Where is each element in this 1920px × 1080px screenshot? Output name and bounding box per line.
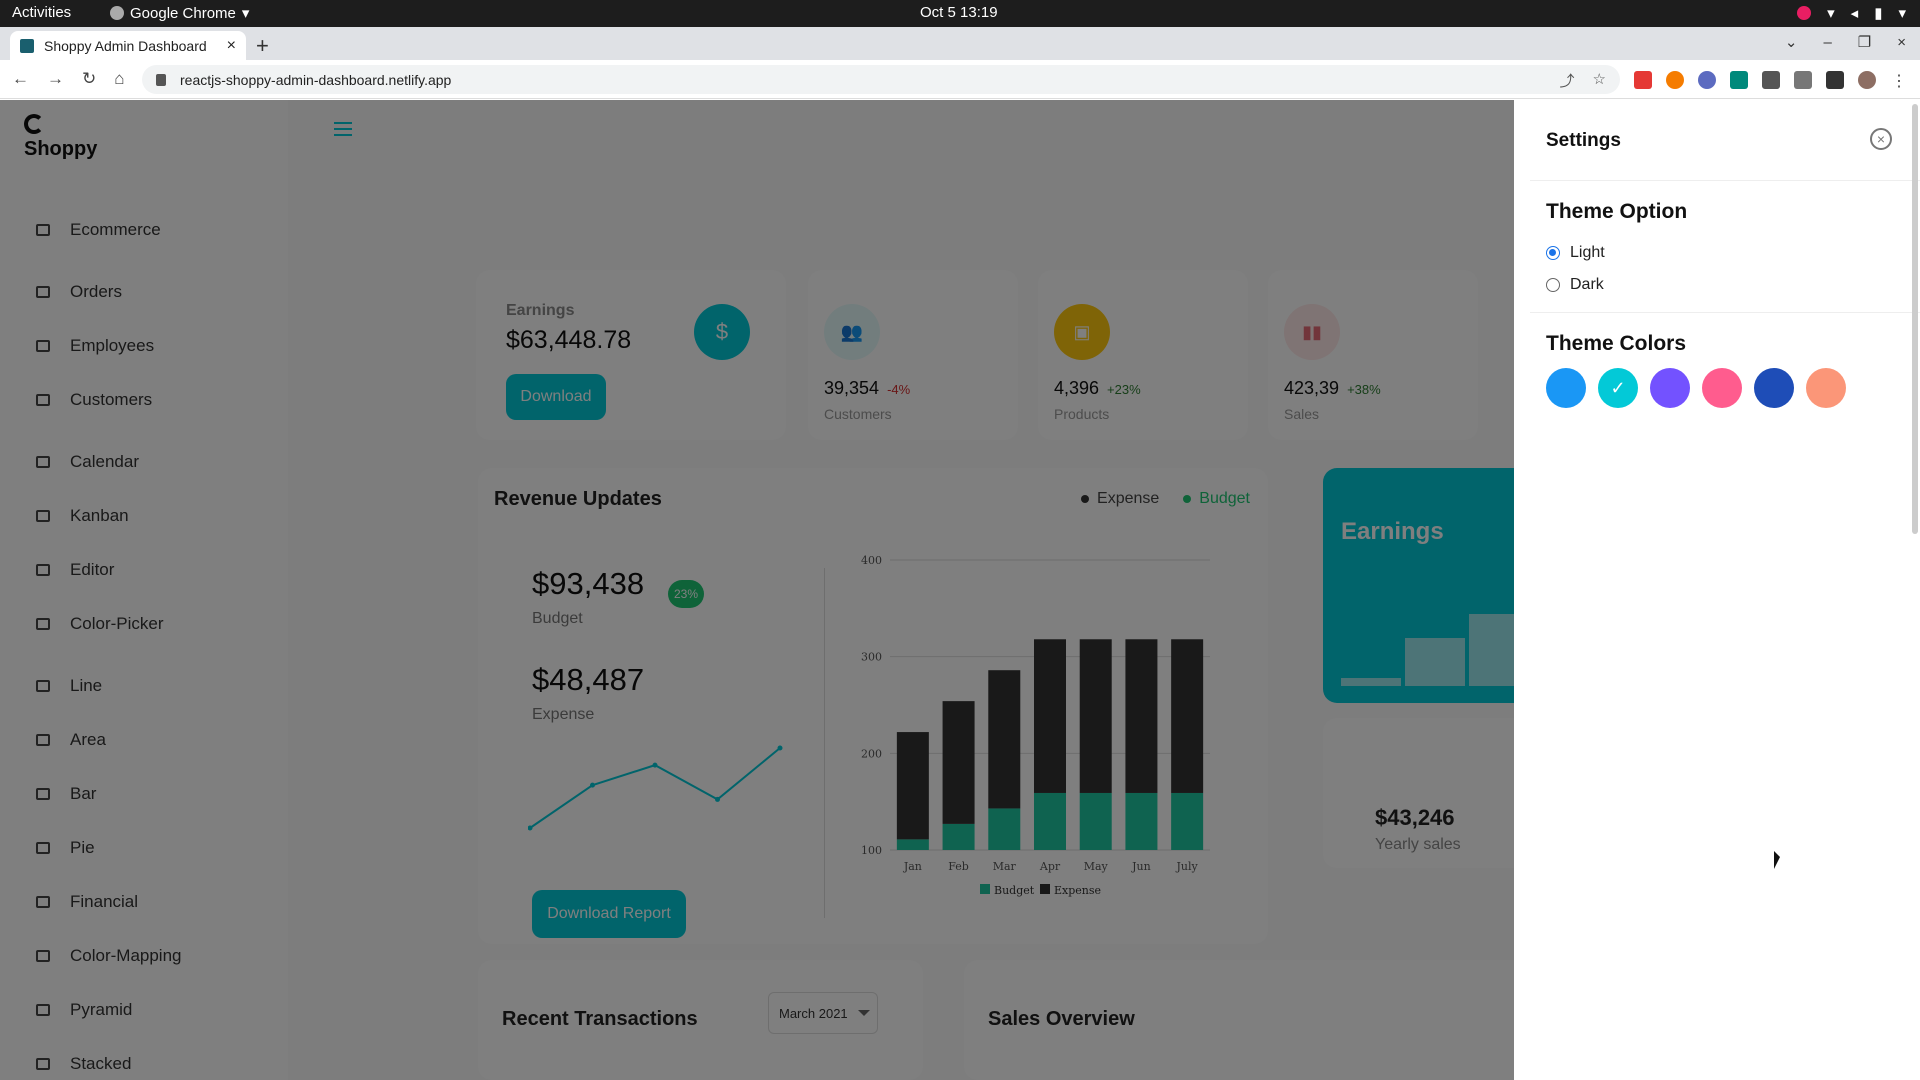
scrollbar[interactable] (1912, 104, 1918, 534)
close-window-button[interactable]: × (1897, 34, 1906, 51)
home-icon[interactable]: ⌂ (114, 69, 124, 89)
extension-icon[interactable] (1666, 71, 1684, 89)
extensions-area: ⋮ (1634, 71, 1908, 90)
media-icon[interactable] (1794, 71, 1812, 89)
chrome-icon (110, 6, 124, 20)
color-swatch[interactable]: ✓ (1598, 368, 1638, 408)
extension-icon[interactable] (1634, 71, 1652, 89)
extension-icon[interactable] (1730, 71, 1748, 89)
theme-colors-heading: Theme Colors (1546, 332, 1687, 355)
app-menu[interactable]: Google Chrome ▾ (110, 4, 249, 22)
lock-icon[interactable] (156, 73, 166, 86)
clock[interactable]: Oct 5 13:19 (920, 4, 998, 21)
radio-unchecked-icon (1546, 278, 1560, 292)
color-swatch[interactable] (1546, 368, 1586, 408)
modal-overlay[interactable] (0, 100, 1514, 1080)
share-icon[interactable]: ⤴ (1560, 70, 1575, 91)
menu-dots-icon[interactable]: ⋮ (1890, 71, 1908, 90)
tab-strip: Shoppy Admin Dashboard × + ⌄ – ❐ × (0, 27, 1920, 60)
color-swatch[interactable] (1650, 368, 1690, 408)
settings-title: Settings (1546, 130, 1621, 151)
new-tab-button[interactable]: + (256, 33, 269, 59)
color-swatch[interactable] (1806, 368, 1846, 408)
bookmark-star-icon[interactable]: ☆ (1593, 70, 1606, 91)
puzzle-icon[interactable] (1762, 71, 1780, 89)
color-swatch[interactable] (1754, 368, 1794, 408)
mouse-cursor-icon (1774, 851, 1780, 869)
theme-option-heading: Theme Option (1546, 200, 1688, 223)
minimize-button[interactable]: – (1823, 34, 1831, 51)
address-bar[interactable]: reactjs-shoppy-admin-dashboard.netlify.a… (142, 65, 1620, 94)
url-text: reactjs-shoppy-admin-dashboard.netlify.a… (180, 71, 452, 88)
extension-icon[interactable] (1698, 71, 1716, 89)
divider (1530, 180, 1920, 181)
app-menu-label: Google Chrome (130, 4, 236, 22)
activities-button[interactable]: Activities (12, 4, 71, 21)
radio-label: Light (1570, 244, 1605, 261)
battery-icon[interactable]: ▮ (1874, 4, 1882, 22)
radio-checked-icon (1546, 246, 1560, 260)
window-controls: ⌄ – ❐ × (1785, 33, 1906, 52)
color-swatch[interactable] (1702, 368, 1742, 408)
browser-toolbar: ← → ↻ ⌂ reactjs-shoppy-admin-dashboard.n… (0, 60, 1920, 99)
side-panel-icon[interactable] (1826, 71, 1844, 89)
system-tray[interactable]: ▾ ◂ ▮ ▾ (1797, 4, 1906, 22)
browser-tab[interactable]: Shoppy Admin Dashboard × (10, 31, 246, 60)
theme-light-radio[interactable]: Light (1546, 244, 1605, 262)
favicon-icon (20, 38, 34, 53)
maximize-button[interactable]: ❐ (1858, 33, 1871, 51)
back-icon[interactable]: ← (12, 69, 29, 89)
os-top-bar: Activities Google Chrome ▾ Oct 5 13:19 ▾… (0, 0, 1920, 27)
wifi-icon[interactable]: ▾ (1827, 4, 1835, 22)
close-tab-icon[interactable]: × (227, 37, 236, 55)
reload-icon[interactable]: ↻ (82, 69, 96, 89)
radio-label: Dark (1570, 276, 1604, 293)
divider (1530, 312, 1920, 313)
tab-title: Shoppy Admin Dashboard (44, 37, 207, 54)
theme-dark-radio[interactable]: Dark (1546, 276, 1604, 294)
app-root: Shoppy Ecommerce Orders Employees Custom… (0, 100, 1920, 1080)
settings-panel: Settings × Theme Option Light Dark Theme… (1514, 100, 1920, 1080)
indicator-icon[interactable] (1797, 6, 1812, 20)
forward-icon[interactable]: → (47, 69, 64, 89)
profile-avatar[interactable] (1858, 71, 1876, 89)
volume-icon[interactable]: ◂ (1851, 4, 1859, 22)
close-icon[interactable]: × (1870, 128, 1892, 150)
power-menu-icon[interactable]: ▾ (1898, 4, 1906, 22)
tab-search-icon[interactable]: ⌄ (1785, 33, 1798, 51)
